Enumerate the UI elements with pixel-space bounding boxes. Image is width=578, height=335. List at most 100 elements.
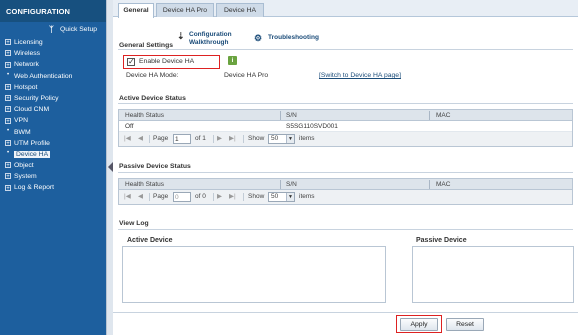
- column-header-health-status[interactable]: Health Status: [125, 110, 164, 121]
- sidebar-item-label: Licensing: [14, 39, 43, 46]
- column-separator: [280, 111, 281, 120]
- tab-general[interactable]: General: [118, 3, 154, 18]
- divider: [118, 49, 573, 50]
- sidebar-item-wireless[interactable]: + Wireless: [0, 48, 106, 59]
- page-label: Page: [153, 193, 169, 200]
- active-device-log-label: Active Device: [127, 237, 173, 244]
- page-number-input[interactable]: [173, 192, 191, 202]
- column-header-mac[interactable]: MAC: [436, 110, 450, 121]
- sidebar-item-vpn[interactable]: + VPN: [0, 115, 106, 126]
- apply-button[interactable]: Apply: [400, 318, 438, 331]
- column-separator: [429, 111, 430, 120]
- expand-icon[interactable]: +: [5, 83, 11, 91]
- page-of-label: of 1: [195, 135, 206, 142]
- expand-icon[interactable]: +: [5, 39, 11, 46]
- passive-table-pager: |◀ ◀ Page of 0 ▶ ▶| Show 50 ▼ items: [119, 190, 572, 204]
- tab-device-ha[interactable]: Device HA: [216, 3, 264, 17]
- sidebar-item-log-report[interactable]: + Log & Report: [0, 182, 106, 193]
- tab-bar: General Device HA Pro Device HA: [113, 0, 578, 18]
- expand-icon[interactable]: +: [5, 95, 11, 102]
- table-row[interactable]: Off S5SG110SVD001: [119, 121, 572, 132]
- walkthrough-icon: ⇣: [177, 31, 185, 41]
- sidebar-item-utm-profile[interactable]: + UTM Profile: [0, 138, 106, 149]
- sidebar-item-cloud-cnm[interactable]: + Cloud CNM: [0, 104, 106, 115]
- enable-device-ha-highlight: ✓ Enable Device HA: [123, 55, 220, 69]
- expand-icon[interactable]: +: [5, 162, 11, 169]
- quick-setup-link[interactable]: ᛉ Quick Setup: [0, 22, 106, 37]
- sidebar-item-label: System: [14, 173, 37, 181]
- prev-page-icon[interactable]: ◀: [138, 193, 143, 201]
- first-page-icon[interactable]: |◀: [124, 135, 131, 143]
- sidebar-title: CONFIGURATION: [0, 0, 106, 22]
- sidebar-item-label: Security Policy: [14, 94, 59, 102]
- pager-separator: [213, 193, 214, 201]
- column-separator: [429, 180, 430, 189]
- sidebar-item-network[interactable]: + Network: [0, 59, 106, 70]
- sidebar-item-security-policy[interactable]: + Security Policy: [0, 93, 106, 104]
- view-log-title: View Log: [119, 220, 149, 227]
- pager-separator: [213, 135, 214, 143]
- sidebar-item-bwm[interactable]: • BWM: [0, 127, 106, 138]
- info-icon[interactable]: i: [228, 56, 237, 65]
- divider: [118, 229, 573, 230]
- next-page-icon[interactable]: ▶: [217, 135, 222, 143]
- sidebar-nav: + Licensing + Wireless + Network • Web Authenti…: [0, 37, 106, 194]
- column-header-mac[interactable]: MAC: [436, 179, 450, 190]
- enable-device-ha-label: Enable Device HA: [139, 58, 195, 65]
- next-page-icon[interactable]: ▶: [217, 193, 222, 201]
- expand-icon[interactable]: +: [5, 139, 11, 147]
- sidebar-item-system[interactable]: + System: [0, 171, 106, 182]
- sidebar-item-device-ha[interactable]: • Device HA: [0, 149, 106, 160]
- expand-icon[interactable]: +: [5, 173, 11, 180]
- expand-icon[interactable]: +: [5, 61, 11, 69]
- expand-icon[interactable]: +: [5, 106, 11, 113]
- last-page-icon[interactable]: ▶|: [229, 135, 236, 143]
- expand-icon[interactable]: +: [5, 117, 11, 125]
- config-walkthrough-line1: Configuration: [189, 31, 232, 38]
- switch-device-ha-link[interactable]: [Switch to Device HA page]: [319, 72, 401, 79]
- items-per-page-select[interactable]: 50 ▼: [268, 134, 295, 144]
- sidebar-collapse-handle[interactable]: [106, 0, 113, 335]
- bullet-icon: •: [6, 127, 10, 134]
- sidebar-item-hotspot[interactable]: + Hotspot: [0, 82, 106, 93]
- pager-separator: [243, 135, 244, 143]
- column-header-sn[interactable]: S/N: [286, 179, 297, 190]
- sidebar-item-label: Cloud CNM: [14, 106, 50, 114]
- sidebar-item-object[interactable]: + Object: [0, 160, 106, 171]
- quick-setup-label: Quick Setup: [60, 26, 98, 33]
- show-label: Show: [248, 135, 265, 142]
- last-page-icon[interactable]: ▶|: [229, 193, 236, 201]
- active-device-log-area[interactable]: [122, 246, 386, 303]
- tab-device-ha-pro[interactable]: Device HA Pro: [156, 3, 214, 17]
- enable-device-ha-checkbox[interactable]: ✓: [127, 58, 135, 66]
- items-per-page-select[interactable]: 50 ▼: [268, 192, 295, 202]
- sidebar-item-web-authentication[interactable]: • Web Authentication: [0, 71, 106, 82]
- reset-button[interactable]: Reset: [446, 318, 484, 331]
- items-label: items: [299, 135, 315, 142]
- prev-page-icon[interactable]: ◀: [138, 135, 143, 143]
- health-status-cell: Off: [125, 123, 134, 130]
- bullet-icon: •: [6, 150, 10, 157]
- expand-icon[interactable]: +: [5, 50, 11, 57]
- show-label: Show: [248, 193, 265, 200]
- active-device-table: Health Status S/N MAC Off S5SG110SVD001 …: [118, 109, 573, 147]
- sidebar-item-label: Object: [14, 162, 34, 170]
- page-label: Page: [153, 135, 169, 142]
- sidebar-item-licensing[interactable]: + Licensing: [0, 37, 106, 48]
- passive-device-log-label: Passive Device: [416, 237, 467, 244]
- sidebar-item-label: UTM Profile: [14, 139, 50, 147]
- divider: [118, 172, 573, 173]
- page-number-input[interactable]: [173, 134, 191, 144]
- column-header-sn[interactable]: S/N: [286, 110, 297, 121]
- sidebar-item-label: Web Authentication: [14, 72, 73, 80]
- active-table-pager: |◀ ◀ Page of 1 ▶ ▶| Show 50 ▼ items: [119, 132, 572, 146]
- passive-device-table: Health Status S/N MAC |◀ ◀ Page of 0 ▶ ▶…: [118, 178, 573, 205]
- expand-icon[interactable]: +: [5, 184, 11, 192]
- pager-separator: [243, 193, 244, 201]
- column-header-health-status[interactable]: Health Status: [125, 179, 164, 190]
- sidebar: CONFIGURATION ᛉ Quick Setup + Licensing + W…: [0, 0, 106, 335]
- passive-device-status-title: Passive Device Status: [119, 163, 191, 170]
- first-page-icon[interactable]: |◀: [124, 193, 131, 201]
- troubleshooting-label: Troubleshooting: [268, 34, 319, 41]
- passive-device-log-area[interactable]: [412, 246, 574, 303]
